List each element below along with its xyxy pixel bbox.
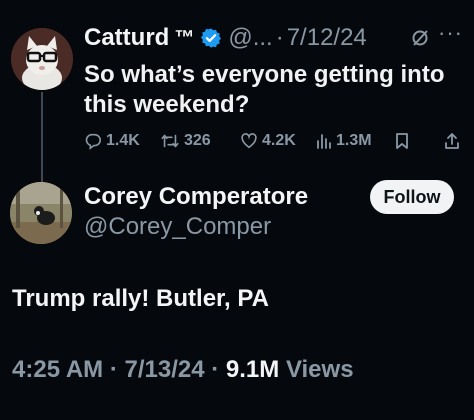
separator-dot: · xyxy=(211,356,220,383)
like-count: 4.2K xyxy=(262,132,296,149)
views-icon xyxy=(316,132,332,150)
more-icon[interactable]: ··· xyxy=(438,20,463,46)
bookmark-button[interactable] xyxy=(394,132,410,150)
tweet-date[interactable]: 7/13/24 xyxy=(124,356,204,383)
parent-tweet-actions: 1.4K 326 4.2K 1.3M xyxy=(84,132,464,156)
repost-icon xyxy=(160,132,180,150)
author-name[interactable]: Corey Comperatore xyxy=(84,183,308,211)
author-handle[interactable]: @Corey_Comper xyxy=(84,213,271,241)
like-button[interactable]: 4.2K xyxy=(240,132,296,150)
trademark-symbol: ™ xyxy=(174,26,195,49)
like-icon xyxy=(240,132,258,150)
views-button[interactable]: 1.3M xyxy=(316,132,372,150)
tweet-screenshot: Catturd ™ @... · 7/12/24 ··· So what’s e… xyxy=(0,0,474,420)
parent-tweet-header: Catturd ™ @... · 7/12/24 xyxy=(84,24,367,52)
share-icon xyxy=(444,132,460,150)
parent-tweet-text: So what’s everyone getting into this wee… xyxy=(84,61,445,118)
views-count: 1.3M xyxy=(336,132,372,149)
author-handle[interactable]: @... xyxy=(228,24,272,52)
author-name[interactable]: Catturd xyxy=(84,24,169,52)
dog-avatar-image xyxy=(10,182,72,244)
reply-button[interactable]: 1.4K xyxy=(84,132,140,150)
tweet-date[interactable]: 7/12/24 xyxy=(287,24,367,52)
grok-icon[interactable] xyxy=(410,28,430,53)
reply-count: 1.4K xyxy=(106,132,140,149)
tweet-metadata: 4:25 AM · 7/13/24 · 9.1M Views xyxy=(12,356,354,384)
tweet-time[interactable]: 4:25 AM xyxy=(12,356,103,383)
reply-icon xyxy=(84,132,102,150)
bookmark-icon xyxy=(394,132,410,150)
share-button[interactable] xyxy=(444,132,460,150)
avatar[interactable] xyxy=(11,28,73,90)
repost-button[interactable]: 326 xyxy=(160,132,211,150)
verified-badge-icon xyxy=(200,27,222,49)
thread-line xyxy=(41,92,43,184)
avatar[interactable] xyxy=(10,182,72,244)
views-label: Views xyxy=(285,356,354,383)
separator-dot: · xyxy=(109,356,118,383)
reply-tweet-text: Trump rally! Butler, PA xyxy=(12,285,269,312)
follow-button[interactable]: Follow xyxy=(370,180,454,214)
separator-dot: · xyxy=(275,24,284,51)
views-count: 9.1M xyxy=(225,356,280,383)
cat-avatar-image xyxy=(11,28,73,90)
repost-count: 326 xyxy=(184,132,211,149)
